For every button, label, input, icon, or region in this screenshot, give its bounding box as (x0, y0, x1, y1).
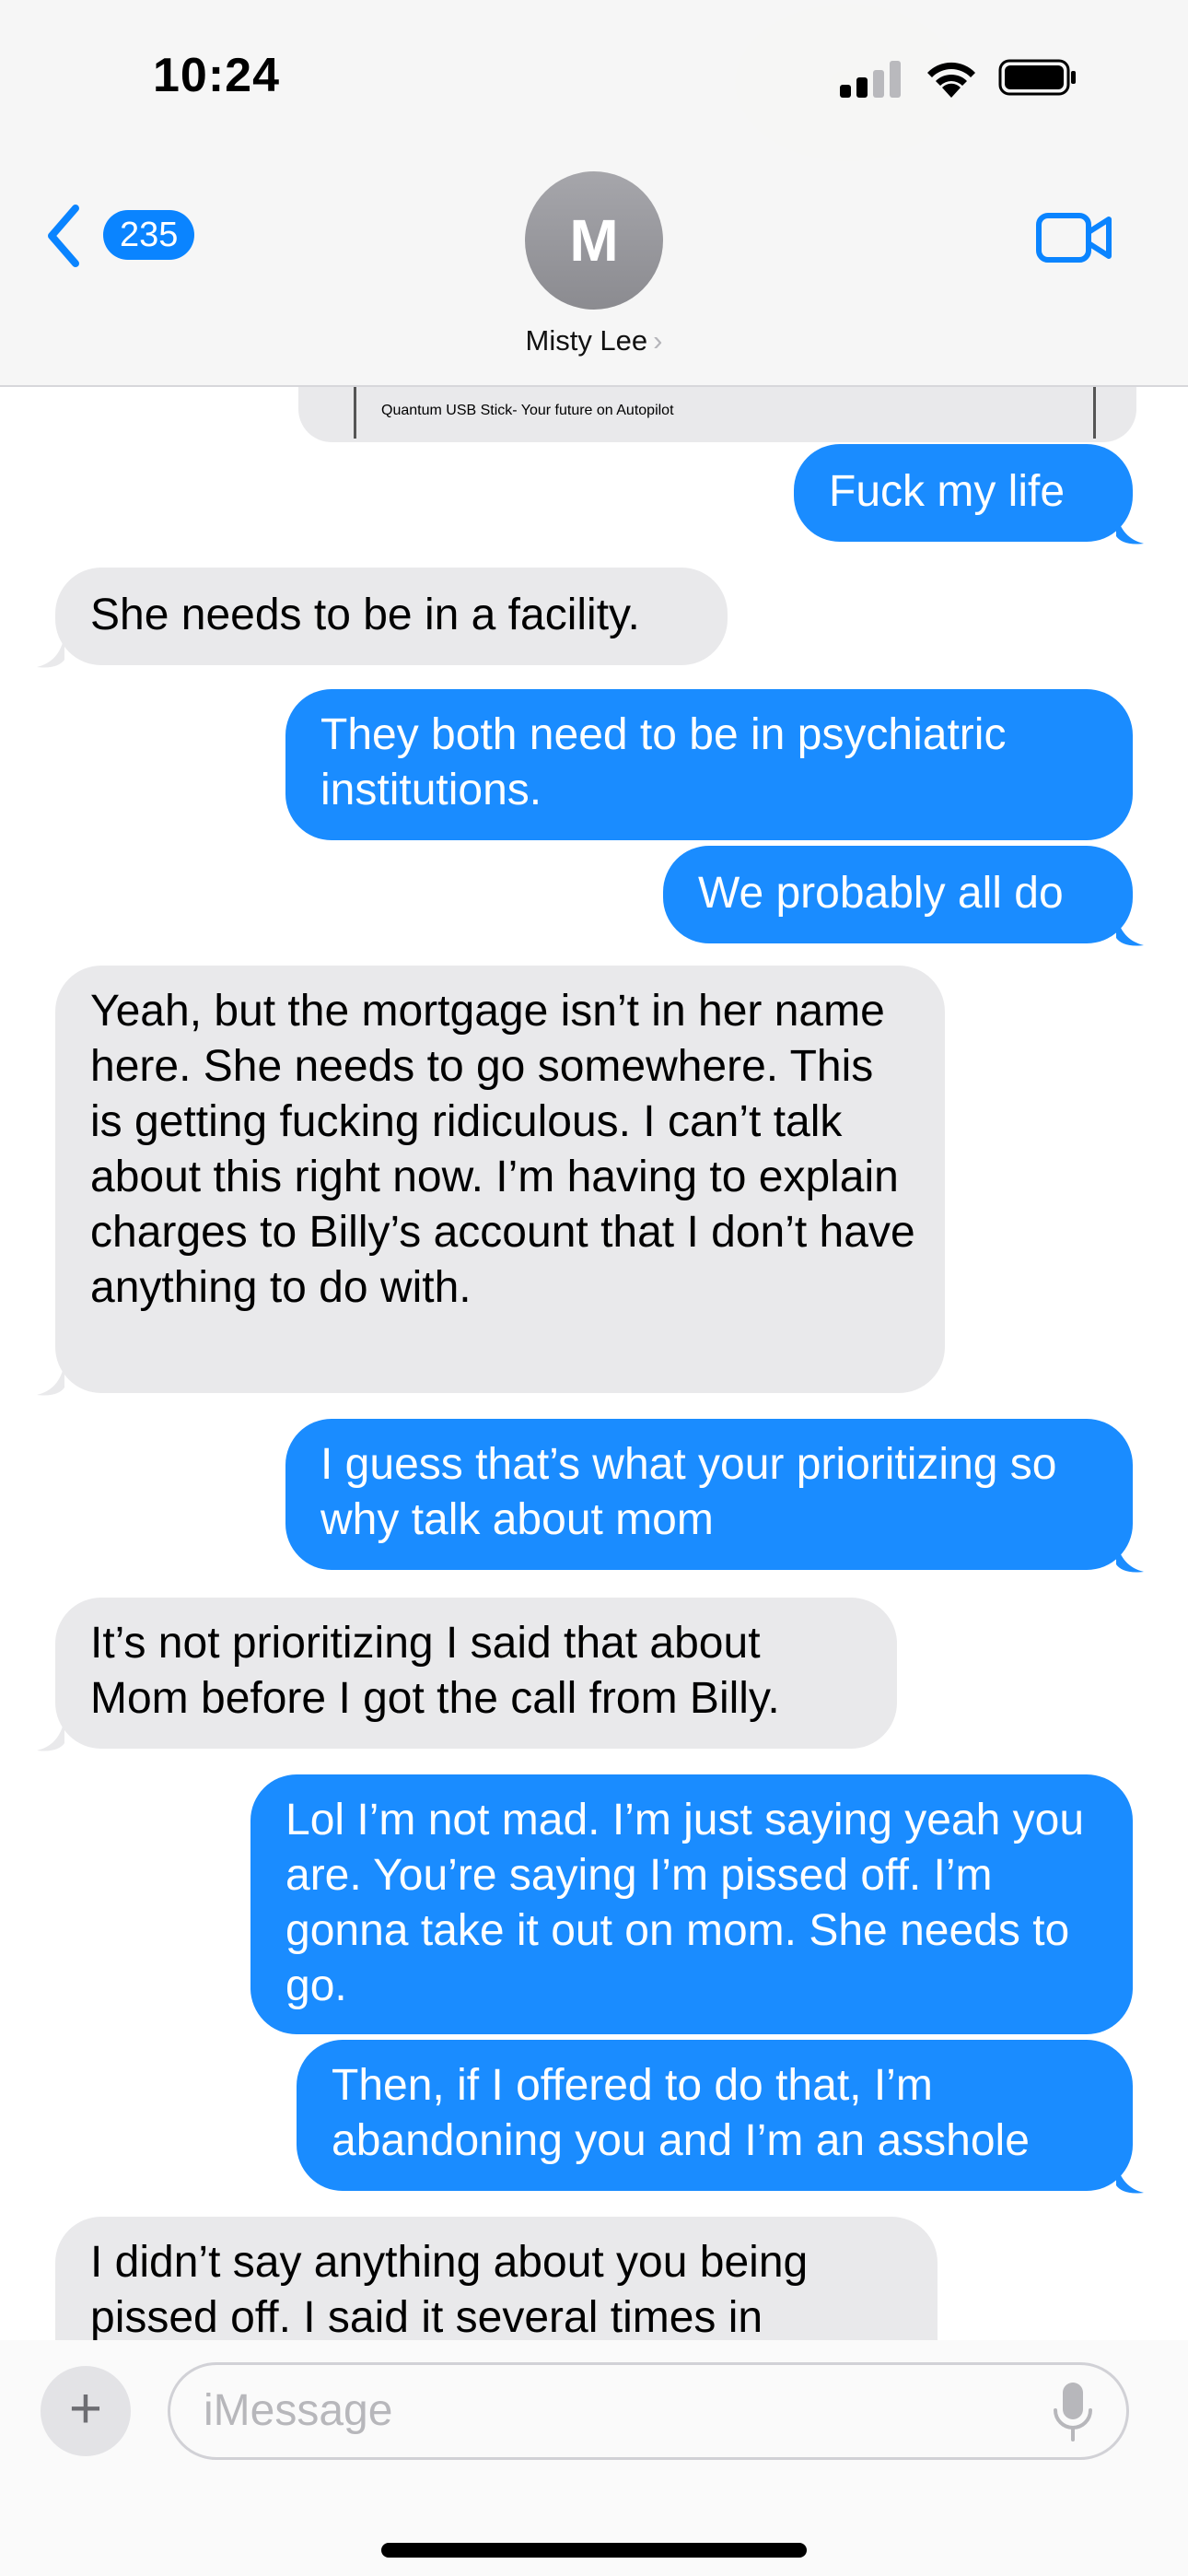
bubble-tail (1116, 512, 1144, 544)
message-bubble-outgoing[interactable]: Then, if I offered to do that, I’m aband… (297, 2040, 1133, 2191)
bubble-tail (1116, 914, 1144, 946)
contact-name-row[interactable]: Misty Lee › (0, 324, 1188, 357)
message-bubble-outgoing[interactable]: Fuck my life (794, 444, 1133, 542)
home-indicator[interactable] (381, 2543, 807, 2558)
message-input-placeholder: iMessage (204, 2386, 393, 2435)
message-bubble-incoming[interactable]: Yeah, but the mortgage isn’t in her name… (55, 966, 945, 1393)
message-input[interactable]: iMessage (168, 2362, 1129, 2460)
bubble-tail (37, 1719, 64, 1751)
bubble-tail (1116, 1540, 1144, 1573)
message-bubble-incoming[interactable]: She needs to be in a facility. (55, 568, 728, 665)
cellular-signal-icon (840, 59, 904, 98)
back-chevron-icon[interactable] (41, 199, 96, 273)
battery-icon (998, 59, 1076, 96)
microphone-icon[interactable] (1052, 2381, 1094, 2443)
contact-name: Misty Lee (525, 324, 648, 357)
facetime-video-icon[interactable] (1035, 210, 1112, 265)
message-bubble-outgoing[interactable]: They both need to be in psychiatric inst… (285, 689, 1133, 840)
plus-icon[interactable]: + (41, 2366, 131, 2456)
message-bubble-outgoing[interactable]: I guess that’s what your prioritizing so… (285, 1419, 1133, 1570)
message-bubble-outgoing[interactable]: We probably all do (663, 846, 1133, 943)
chevron-right-icon: › (653, 324, 663, 357)
bubble-tail (1116, 2161, 1144, 2194)
status-time: 10:24 (153, 49, 280, 102)
link-preview-title: Quantum USB Stick- Your future on Autopi… (381, 403, 674, 418)
unread-count-badge[interactable]: 235 (103, 210, 195, 260)
message-bubble-incoming[interactable]: It’s not prioritizing I said that about … (55, 1598, 897, 1749)
avatar[interactable]: M (525, 171, 663, 310)
bubble-tail (37, 636, 64, 668)
message-bubble-outgoing[interactable]: Lol I’m not mad. I’m just saying yeah yo… (250, 1774, 1133, 2034)
wifi-icon (927, 62, 975, 98)
conversation-header: 10:24 235 M Misty Lee › (0, 0, 1188, 387)
bubble-tail (37, 1364, 64, 1396)
